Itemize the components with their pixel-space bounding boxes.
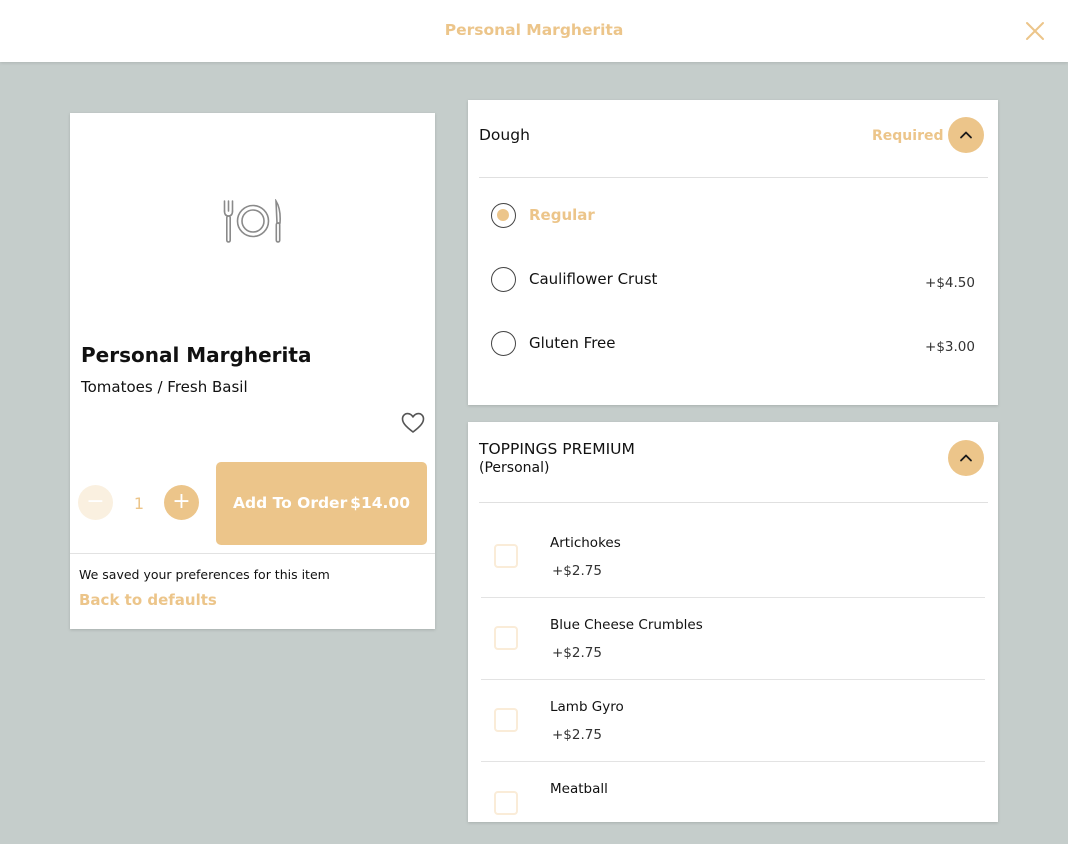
decrease-quantity-button[interactable]: − bbox=[78, 485, 113, 520]
topping-name: Lamb Gyro bbox=[550, 699, 624, 715]
dough-option-price: +$3.00 bbox=[925, 339, 975, 355]
topping-checkbox[interactable] bbox=[494, 791, 518, 815]
plate-cutlery-icon bbox=[223, 199, 281, 243]
back-to-defaults-link[interactable]: Back to defaults bbox=[79, 591, 217, 609]
add-to-order-price: $14.00 bbox=[350, 494, 410, 512]
dough-option-regular[interactable]: Regular bbox=[491, 203, 975, 233]
favorite-button[interactable] bbox=[401, 412, 425, 434]
item-description: Tomatoes / Fresh Basil bbox=[81, 378, 248, 396]
topping-checkbox[interactable] bbox=[494, 626, 518, 650]
topping-price: +$2.75 bbox=[552, 727, 602, 743]
dough-option-label: Cauliflower Crust bbox=[529, 270, 658, 288]
card-divider bbox=[70, 553, 435, 554]
increase-quantity-button[interactable]: + bbox=[164, 485, 199, 520]
topping-name: Meatball bbox=[550, 781, 608, 797]
radio-button[interactable] bbox=[491, 331, 516, 356]
close-icon bbox=[1026, 22, 1044, 40]
required-badge: Required bbox=[872, 128, 944, 144]
topping-price: +$2.75 bbox=[552, 645, 602, 661]
topping-name: Artichokes bbox=[550, 535, 621, 551]
toppings-divider bbox=[479, 502, 988, 503]
radio-button[interactable] bbox=[491, 267, 516, 292]
item-card: Personal Margherita Tomatoes / Fresh Bas… bbox=[70, 113, 435, 629]
topping-checkbox[interactable] bbox=[494, 708, 518, 732]
toppings-title: TOPPINGS PREMIUM bbox=[479, 440, 635, 458]
toppings-collapse-button[interactable] bbox=[948, 440, 984, 476]
topping-checkbox[interactable] bbox=[494, 544, 518, 568]
topping-item-blue-cheese-crumbles[interactable]: Blue Cheese Crumbles +$2.75 bbox=[481, 598, 985, 680]
saved-preferences-text: We saved your preferences for this item bbox=[79, 567, 330, 582]
header-title: Personal Margherita bbox=[444, 21, 624, 39]
dough-option-price: +$4.50 bbox=[925, 275, 975, 291]
heart-icon bbox=[401, 412, 425, 433]
radio-selected-dot bbox=[497, 209, 509, 221]
quantity-value: 1 bbox=[133, 494, 145, 513]
add-to-order-button[interactable]: Add To Order $14.00 bbox=[216, 462, 427, 545]
chevron-up-icon bbox=[960, 131, 972, 139]
dough-title: Dough bbox=[479, 126, 530, 144]
dough-section: Dough Required Regular Cauliflower Crust… bbox=[468, 100, 998, 405]
topping-item-artichokes[interactable]: Artichokes +$2.75 bbox=[481, 516, 985, 598]
dough-divider bbox=[479, 177, 988, 178]
item-title: Personal Margherita bbox=[81, 343, 312, 367]
topping-price: +$2.75 bbox=[552, 563, 602, 579]
topping-item-lamb-gyro[interactable]: Lamb Gyro +$2.75 bbox=[481, 680, 985, 762]
toppings-subtitle: (Personal) bbox=[479, 460, 550, 476]
topping-name: Blue Cheese Crumbles bbox=[550, 617, 703, 633]
dough-option-label: Regular bbox=[529, 206, 595, 224]
radio-button[interactable] bbox=[491, 203, 516, 228]
chevron-up-icon bbox=[960, 454, 972, 462]
topping-item-meatball[interactable]: Meatball bbox=[481, 762, 985, 844]
close-button[interactable] bbox=[1024, 20, 1046, 42]
dough-option-cauliflower-crust[interactable]: Cauliflower Crust +$4.50 bbox=[491, 267, 975, 297]
dough-option-label: Gluten Free bbox=[529, 334, 616, 352]
dough-collapse-button[interactable] bbox=[948, 117, 984, 153]
add-to-order-label: Add To Order bbox=[233, 494, 348, 512]
dough-option-gluten-free[interactable]: Gluten Free +$3.00 bbox=[491, 331, 975, 361]
modal-header: Personal Margherita bbox=[0, 0, 1068, 62]
toppings-section: TOPPINGS PREMIUM (Personal) Artichokes +… bbox=[468, 422, 998, 822]
